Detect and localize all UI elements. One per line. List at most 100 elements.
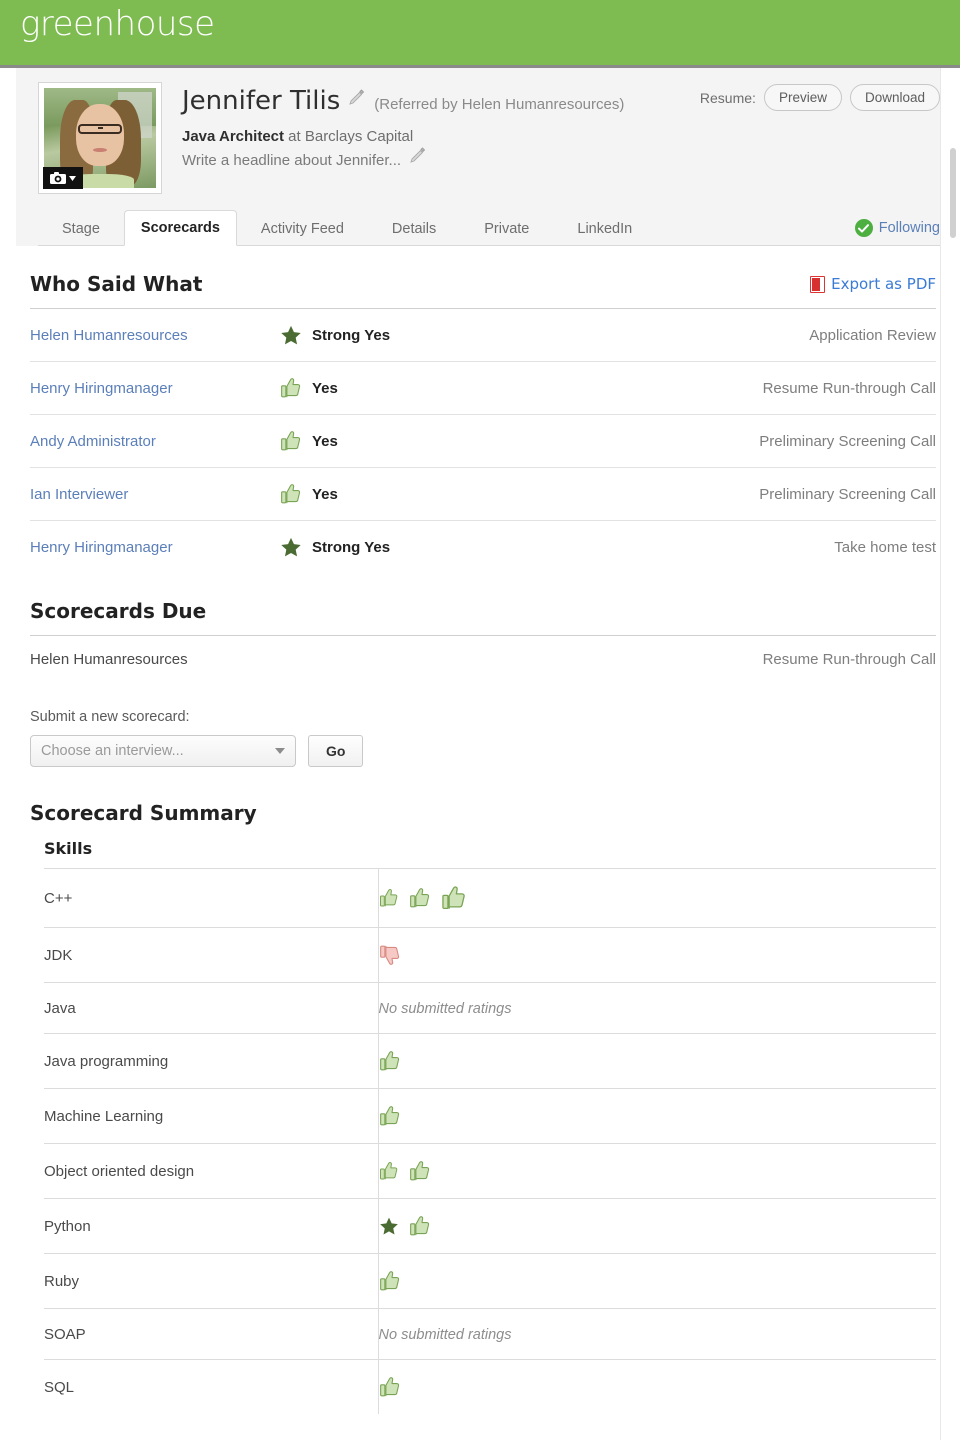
thumb-up-icon bbox=[379, 1161, 399, 1181]
camera-icon[interactable] bbox=[43, 167, 83, 189]
submit-scorecard-label: Submit a new scorecard: bbox=[30, 709, 190, 725]
candidate-company: at Barclays Capital bbox=[284, 128, 414, 145]
chevron-down-icon bbox=[69, 175, 76, 181]
referred-by-text: (Referred by Helen Humanresources) bbox=[374, 96, 625, 113]
chevron-down-icon bbox=[275, 748, 285, 754]
table-row: Java programming bbox=[44, 1033, 936, 1089]
verdict-label: Strong Yes bbox=[312, 538, 391, 556]
skill-ratings-cell bbox=[377, 1033, 936, 1089]
rating-list bbox=[379, 1270, 937, 1292]
table-row: Ruby bbox=[44, 1253, 937, 1309]
export-as-pdf-label: Export as PDF bbox=[831, 275, 936, 293]
go-button[interactable]: Go bbox=[308, 735, 364, 767]
tab-details[interactable]: Details bbox=[368, 212, 460, 246]
star-icon bbox=[379, 1216, 399, 1236]
stage-cell: Preliminary Screening Call bbox=[759, 432, 936, 450]
due-reviewer-cell: Helen Humanresources bbox=[30, 651, 188, 668]
verdict-cell: Yes bbox=[280, 362, 600, 415]
avatar[interactable] bbox=[38, 82, 162, 194]
star-icon bbox=[280, 324, 302, 346]
table-row: Python bbox=[44, 1198, 937, 1254]
edit-name-pencil-icon[interactable] bbox=[348, 89, 366, 112]
thumb-up-icon bbox=[409, 1215, 431, 1237]
skill-ratings-cell: No submitted ratings bbox=[377, 982, 936, 1034]
skills-section: Skills C++ JDK Java No submitted ratings Jav… bbox=[30, 839, 936, 1414]
greenhouse-logo[interactable]: greenhouse bbox=[20, 4, 215, 44]
table-row: Object oriented design bbox=[44, 1143, 937, 1199]
table-row: Henry Hiringmanager Strong Yes Take home t… bbox=[30, 520, 936, 574]
following-toggle[interactable]: Following bbox=[854, 219, 940, 237]
stage-cell: Resume Run-through Call bbox=[762, 379, 936, 397]
thumb-up-icon bbox=[409, 887, 431, 909]
table-row: C++ bbox=[44, 868, 936, 928]
interview-select[interactable]: Choose an interview... bbox=[30, 735, 296, 767]
skill-ratings-cell bbox=[377, 1253, 937, 1309]
following-label: Following bbox=[878, 220, 940, 236]
due-spacer-cell bbox=[280, 636, 600, 684]
rating-list bbox=[379, 1376, 937, 1398]
table-row: JDK bbox=[44, 927, 937, 983]
skill-name-cell: Machine Learning bbox=[44, 1107, 164, 1125]
candidate-header: Jennifer Tilis (Referred by Helen Humanr… bbox=[0, 68, 960, 208]
verdict-cell: Yes bbox=[280, 415, 600, 468]
scorecards-due-table: Helen Humanresources Resume Run-through C… bbox=[30, 635, 936, 683]
rating-list bbox=[379, 1215, 937, 1237]
thumb-up-icon bbox=[379, 888, 399, 908]
table-row: Henry Hiringmanager Yes Resume Run-through… bbox=[30, 361, 936, 415]
candidate-job: Java Architect at Barclays Capital bbox=[182, 128, 624, 145]
verdict-label: Yes bbox=[312, 379, 338, 397]
resume-preview-button[interactable]: Preview bbox=[763, 84, 842, 111]
tab-linkedin[interactable]: LinkedIn bbox=[553, 212, 656, 246]
skill-ratings-cell bbox=[377, 927, 937, 983]
rating-list bbox=[379, 1160, 937, 1182]
thumb-up-icon bbox=[280, 377, 302, 399]
reviewer-name-cell: Andy Administrator bbox=[30, 415, 280, 468]
scrollbar-thumb[interactable] bbox=[950, 148, 956, 238]
verdict-label: Yes bbox=[312, 432, 338, 450]
rating-list bbox=[379, 944, 937, 966]
skill-name-cell: SOAP bbox=[44, 1325, 86, 1343]
skill-name-cell: SQL bbox=[44, 1378, 75, 1396]
reviewer-name-cell: Henry Hiringmanager bbox=[30, 362, 280, 415]
thumb-up-icon bbox=[379, 1376, 401, 1398]
skills-table: C++ JDK Java No submitted ratings Java progr… bbox=[44, 868, 936, 1414]
reviewer-link[interactable]: Andy Administrator bbox=[30, 433, 156, 450]
thumb-up-icon bbox=[441, 885, 467, 911]
submit-scorecard-form: Choose an interview... Go bbox=[30, 735, 936, 767]
resume-download-button[interactable]: Download bbox=[849, 84, 940, 111]
skill-ratings-cell bbox=[377, 1088, 937, 1144]
tab-scorecards[interactable]: Scorecards bbox=[123, 210, 237, 246]
table-row: Java No submitted ratings bbox=[44, 982, 936, 1034]
thumb-down-icon bbox=[379, 944, 401, 966]
tab-stage[interactable]: Stage bbox=[38, 212, 124, 246]
page-scrollbar[interactable] bbox=[940, 68, 960, 1440]
who-said-what-title: Who Said What bbox=[30, 272, 203, 296]
tab-private[interactable]: Private bbox=[460, 212, 553, 246]
thumb-up-icon bbox=[379, 1105, 401, 1127]
skill-name-cell: Python bbox=[44, 1217, 91, 1235]
check-circle-icon bbox=[854, 219, 873, 237]
reviewer-link[interactable]: Helen Humanresources bbox=[30, 327, 188, 344]
scorecards-due-heading: Scorecards Due bbox=[30, 599, 207, 623]
edit-headline-pencil-icon[interactable] bbox=[409, 147, 427, 169]
candidate-headline[interactable]: Write a headline about Jennifer... bbox=[182, 147, 624, 171]
due-stage-cell: Resume Run-through Call bbox=[762, 651, 936, 668]
verdict-label: Strong Yes bbox=[312, 326, 391, 344]
tab-activity-feed[interactable]: Activity Feed bbox=[237, 212, 368, 246]
skill-ratings-cell bbox=[377, 1143, 937, 1199]
star-icon bbox=[280, 536, 302, 558]
interview-select-value: Choose an interview... bbox=[41, 743, 184, 759]
table-row: Helen Humanresources Strong Yes Applicatio… bbox=[30, 308, 936, 362]
reviewer-link[interactable]: Ian Interviewer bbox=[30, 486, 128, 503]
scorecard-summary-heading: Scorecard Summary bbox=[30, 801, 257, 825]
rating-list bbox=[379, 1105, 937, 1127]
thumb-up-icon bbox=[379, 1050, 401, 1072]
reviewer-link[interactable]: Henry Hiringmanager bbox=[30, 380, 173, 397]
skill-name-cell: JDK bbox=[44, 946, 73, 964]
thumb-up-icon bbox=[280, 430, 302, 452]
reviewer-link[interactable]: Henry Hiringmanager bbox=[30, 539, 173, 556]
table-row: Helen Humanresources Resume Run-through C… bbox=[30, 635, 936, 684]
verdict-cell: Strong Yes bbox=[280, 309, 600, 362]
export-as-pdf-button[interactable]: Export as PDF bbox=[810, 275, 936, 293]
resume-label: Resume: bbox=[699, 89, 756, 106]
